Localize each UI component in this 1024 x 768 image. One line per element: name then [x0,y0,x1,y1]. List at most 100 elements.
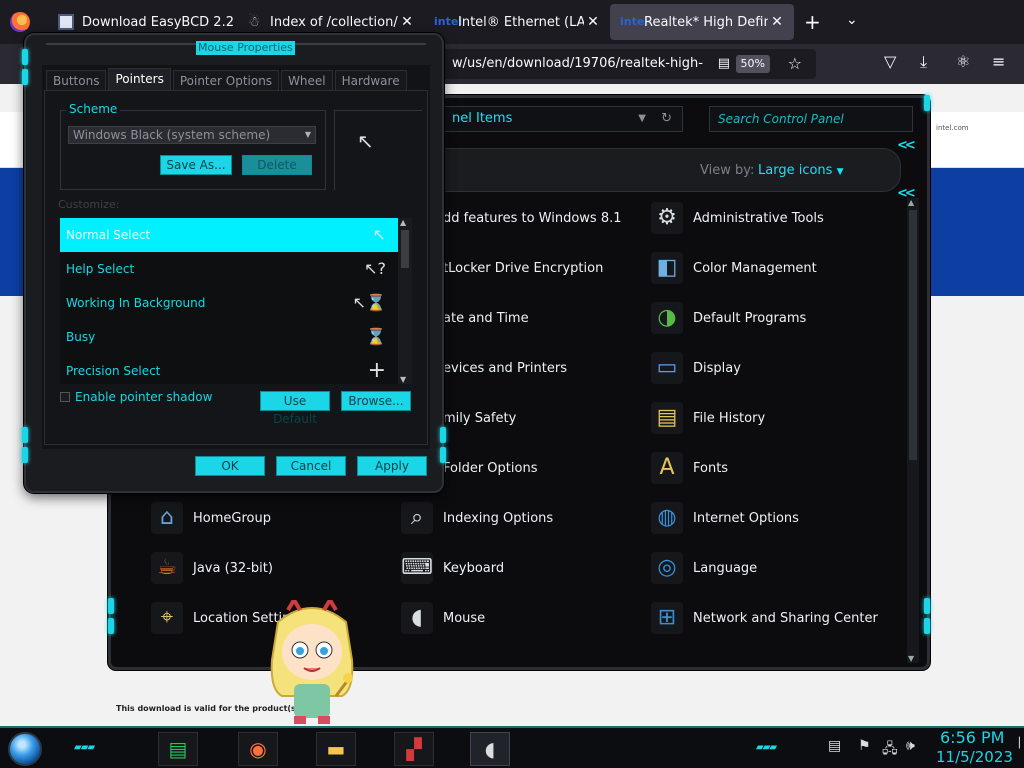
control-panel-item[interactable]: ☕ Java (32-bit) [151,548,273,588]
view-by-dropdown[interactable]: Large icons ▼ [758,163,844,178]
zoom-level[interactable]: 50% [735,55,770,73]
close-tab-icon[interactable]: ✕ [768,14,786,30]
control-panel-item-label: Java (32-bit) [193,560,273,576]
cancel-button[interactable]: Cancel [276,456,346,476]
url-bar[interactable]: w/us/en/download/19706/realtek-high- ▤ 5… [440,49,816,79]
control-panel-item-label: Folder Options [443,460,538,476]
start-orb-icon[interactable] [8,732,42,766]
control-panel-item[interactable]: ⌂ HomeGroup [151,498,271,538]
control-panel-item[interactable]: ⊞ Network and Sharing Center [651,598,878,638]
extensions-icon[interactable]: ⚛ [956,52,970,71]
list-item[interactable]: Help Select ↖? [60,252,398,286]
clock-date[interactable]: 11/5/2023 [936,748,1013,766]
control-panel-item-label: Color Management [693,260,817,276]
chevron-down-icon[interactable]: ▼ [638,107,646,131]
close-tab-icon[interactable]: ✕ [584,14,602,30]
control-panel-item[interactable]: ◎ Language [651,548,757,588]
ok-button[interactable]: OK [195,456,265,476]
scrollbar[interactable]: ▲ ▼ [907,198,919,663]
menu-icon[interactable]: ≡ [992,52,1005,71]
control-panel-item-label: Administrative Tools [693,210,824,226]
clock-time[interactable]: 6:56 PM [940,728,1004,747]
default-programs-icon: ◑ [651,302,683,334]
tab-wheel[interactable]: Wheel [281,70,333,90]
control-panel-item[interactable]: ▭ Display [651,348,741,388]
taskbar-led-icon: ▰▰▰ [756,742,777,753]
tab-pointer-options[interactable]: Pointer Options [172,70,280,90]
control-panel-item[interactable]: ⌕ Indexing Options [401,498,553,538]
control-panel-item[interactable]: ◍ Internet Options [651,498,799,538]
new-tab-icon[interactable]: + [804,10,821,34]
frame-led [924,598,930,614]
view-by-value: Large icons [758,163,833,178]
scroll-up-icon[interactable]: ▲ [908,198,914,207]
scroll-down-icon[interactable]: ▼ [908,654,914,663]
use-default-button[interactable]: Use Default [260,391,330,426]
language-icon: ◎ [651,552,683,584]
control-panel-item[interactable]: ⚙ Administrative Tools [651,198,824,238]
control-panel-item[interactable]: ◑ Default Programs [651,298,806,338]
browser-tab-active[interactable]: intel Realtek* High Definition ✕ [610,4,794,40]
help-cursor-icon: ↖? [364,259,386,278]
dialog-tabs: Buttons Pointers Pointer Options Wheel H… [46,68,409,90]
firefox-icon[interactable] [10,12,30,32]
frame-led [22,427,28,443]
cursor-preview: ↖ [334,110,422,190]
address-bar[interactable]: nel Items ▼ ↻ [441,106,683,132]
control-panel-item[interactable]: ▤ File History [651,398,765,438]
list-item[interactable]: Normal Select ↖ [60,218,398,252]
scroll-thumb[interactable] [401,230,409,268]
save-as-button[interactable]: Save As... [160,155,232,175]
tab-pointers[interactable]: Pointers [108,68,171,90]
frame-led [924,95,930,111]
search-input[interactable]: Search Control Panel [709,106,913,132]
working-cursor-icon: ↖⌛ [352,293,386,312]
file-explorer-icon[interactable]: ▬ [316,732,356,766]
tab-buttons[interactable]: Buttons [46,70,107,90]
control-panel-item[interactable]: ◖ Mouse [401,598,485,638]
delete-button[interactable]: Delete [242,155,312,175]
network-icon[interactable]: 🖧 [882,738,898,762]
action-center-flag-icon[interactable]: ⚑ [858,738,871,754]
control-panel-item-label: HomeGroup [193,510,271,526]
control-panel-item[interactable]: ⌨ Keyboard [401,548,504,588]
list-item[interactable]: Busy ⌛ [60,320,398,354]
list-scrollbar[interactable]: ▲ ▼ [398,218,412,384]
notes-app-icon[interactable]: ▤ [158,732,198,766]
list-item[interactable]: Working In Background ↖⌛ [60,286,398,320]
refresh-icon[interactable]: ↻ [661,107,672,131]
scroll-up-icon[interactable]: ▲ [400,218,406,227]
document-icon: ☃ [247,14,261,30]
scroll-thumb[interactable] [909,210,917,460]
browse-button[interactable]: Browse... [341,391,411,411]
control-panel-item-label: Internet Options [693,510,799,526]
homegroup-icon: ⌂ [151,502,183,534]
bookmark-star-icon[interactable]: ☆ [788,49,802,79]
scroll-down-icon[interactable]: ▼ [400,375,406,384]
apply-button[interactable]: Apply [357,456,427,476]
control-panel-item[interactable]: A Fonts [651,448,728,488]
mouse-settings-taskbar-icon[interactable]: ◖ [470,732,510,766]
app-icon[interactable]: ▞ [394,732,434,766]
arrow-cursor-icon: ↖ [357,129,374,153]
site-link: intel.com [936,124,969,132]
volume-icon[interactable]: 🕪 [906,738,915,754]
frame-led [22,447,28,463]
control-panel-item[interactable]: ◧ Color Management [651,248,817,288]
pointer-shadow-checkbox[interactable] [60,392,70,402]
show-desktop-button[interactable]: ▕ [1012,738,1020,749]
download-icon[interactable]: ⤓ [920,52,927,72]
pocket-icon[interactable]: ▽ [884,52,896,71]
browser-tab[interactable]: intel Intel® Ethernet (LAN) N ✕ [424,4,610,40]
tab-title: Download EasyBCD 2.2.0 [82,14,234,30]
tab-hardware[interactable]: Hardware [334,70,407,90]
reader-view-icon[interactable]: ▤ [718,49,730,79]
scheme-select[interactable]: Windows Black (system scheme) ▼ [68,126,316,144]
search-placeholder: Search Control Panel [718,112,844,126]
tab-list-chevron-icon[interactable]: ⌄ [846,12,858,28]
close-tab-icon[interactable]: ✕ [398,14,416,30]
firefox-taskbar-icon[interactable]: ◉ [238,732,278,766]
url-text: w/us/en/download/19706/realtek-high- [452,56,703,71]
list-item[interactable]: Precision Select + [60,354,398,384]
collapse-chevrons-icon[interactable]: << [897,138,916,153]
